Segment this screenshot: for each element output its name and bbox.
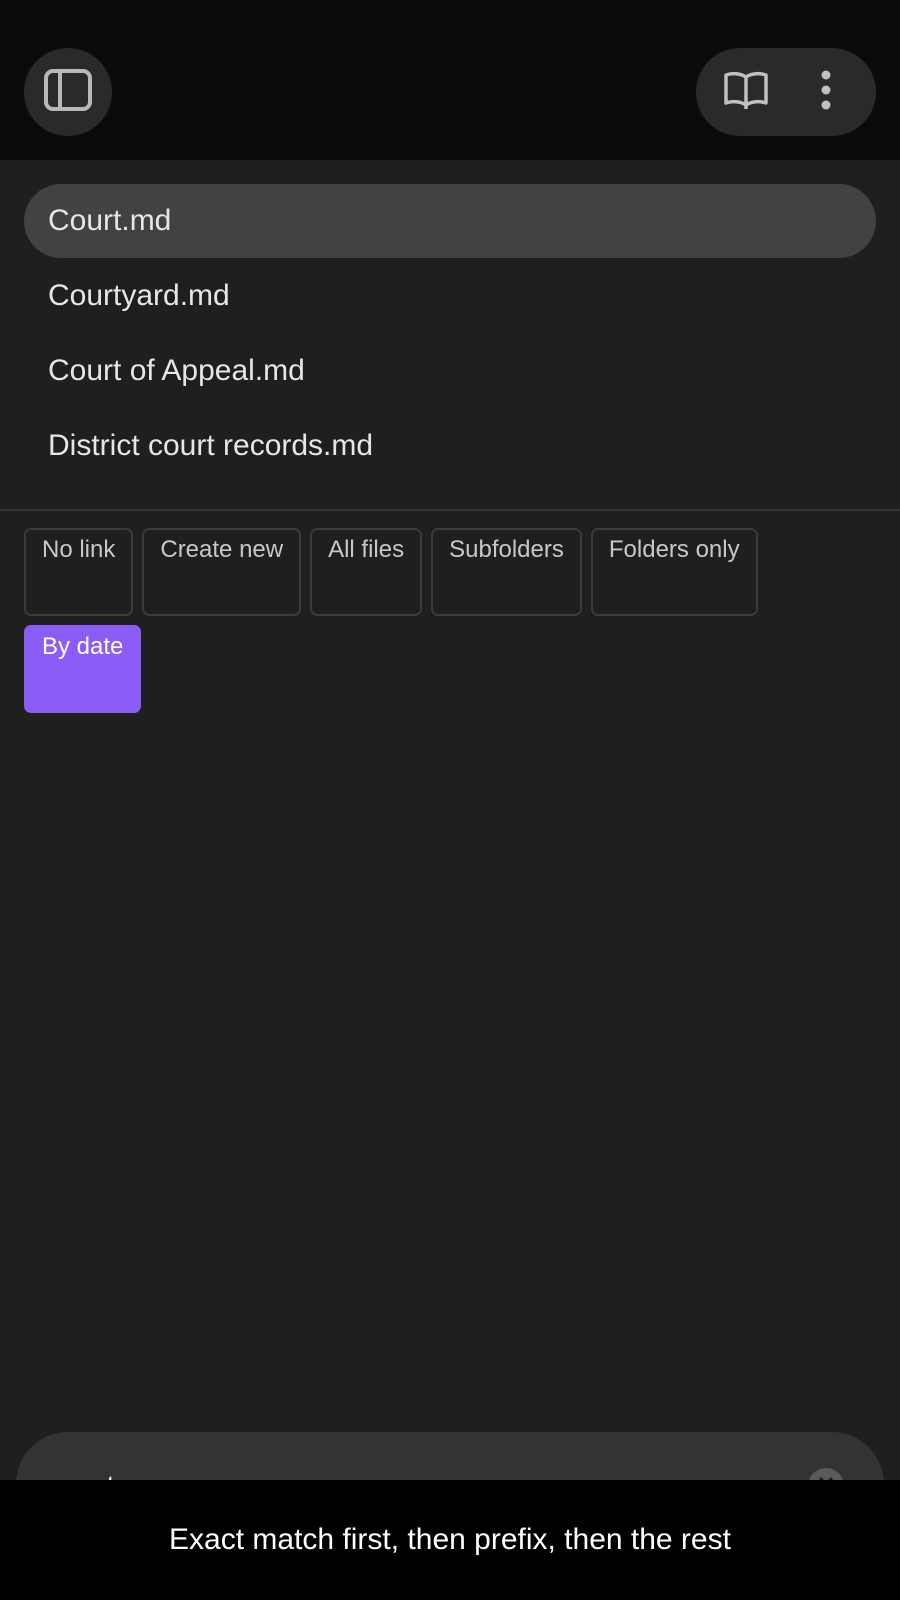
suggestion-item[interactable]: Court.md	[24, 184, 876, 258]
filter-all-files[interactable]: All files	[310, 528, 423, 616]
suggestion-item[interactable]: Court of Appeal.md	[24, 334, 876, 408]
caption-overlay: Exact match first, then prefix, then the…	[0, 1480, 900, 1600]
filter-by-date[interactable]: By date	[24, 625, 142, 713]
filter-folders-only[interactable]: Folders only	[590, 528, 758, 616]
top-bar	[0, 0, 900, 160]
filter-no-link[interactable]: No link	[24, 528, 134, 616]
filter-chips: No link Create new All files Subfolders …	[24, 528, 876, 713]
book-open-icon	[723, 69, 769, 116]
divider	[0, 509, 900, 511]
link-suggestion-sheet: Court.md Courtyard.md Court of Appeal.md…	[0, 160, 900, 1600]
caption-text: Exact match first, then prefix, then the…	[169, 1523, 731, 1556]
reading-view-button[interactable]	[716, 62, 776, 122]
suggestion-item[interactable]: District court records.md	[24, 409, 876, 483]
more-menu-button[interactable]	[796, 62, 856, 122]
suggestion-item[interactable]: Courtyard.md	[24, 259, 876, 333]
header-actions	[696, 48, 876, 136]
suggestion-list: Court.md Courtyard.md Court of Appeal.md…	[24, 184, 876, 484]
sidebar-toggle-icon	[43, 68, 93, 117]
filter-subfolders[interactable]: Subfolders	[431, 528, 582, 616]
sidebar-toggle-button[interactable]	[24, 48, 112, 136]
more-vertical-icon	[820, 70, 832, 115]
filter-create-new[interactable]: Create new	[142, 528, 302, 616]
